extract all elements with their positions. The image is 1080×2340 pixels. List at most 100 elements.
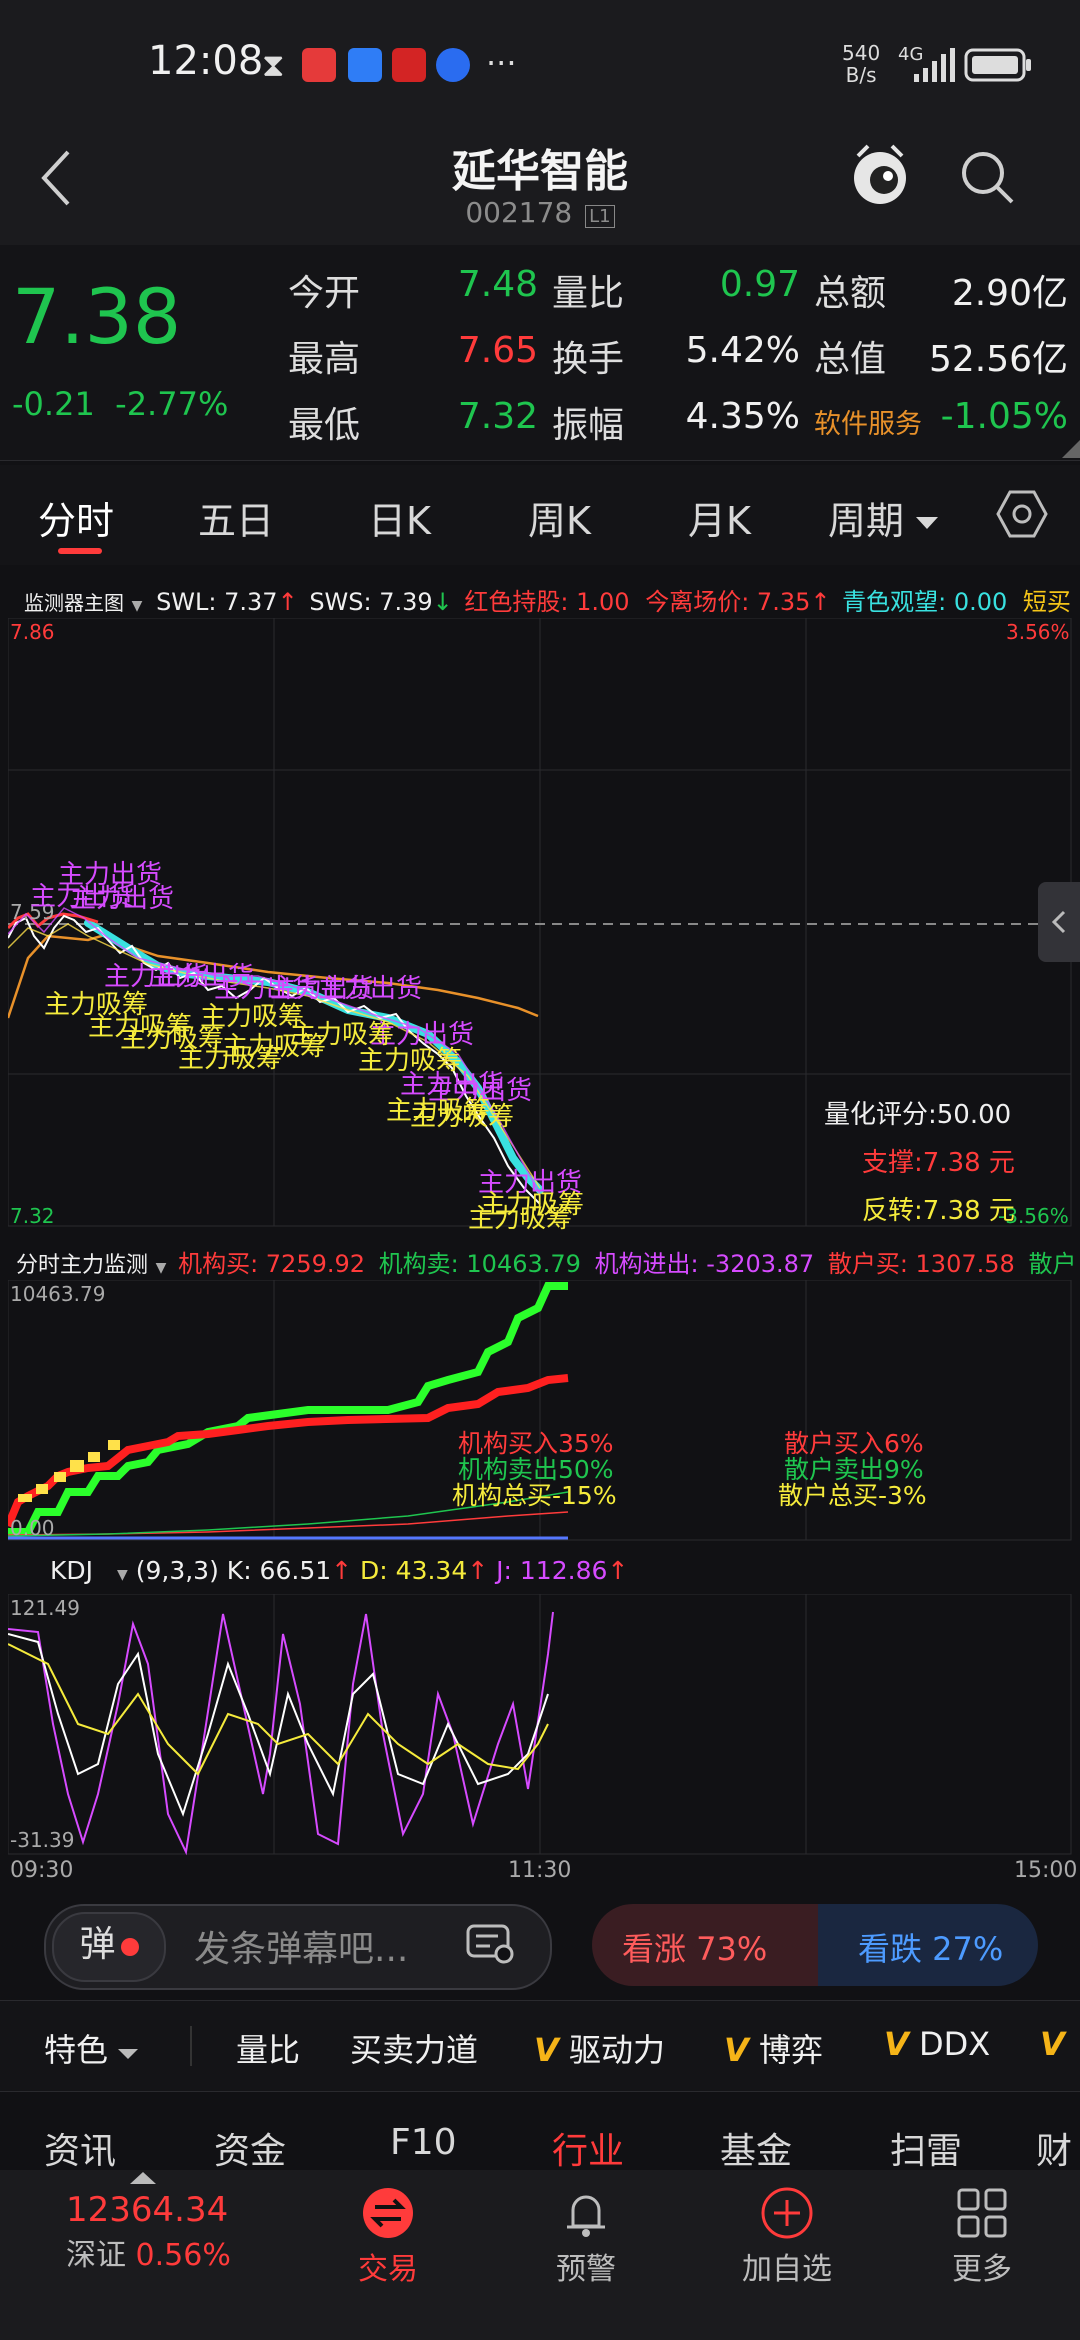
trade-button[interactable]: 交易	[318, 2186, 458, 2316]
index-change: 0.56%	[135, 2238, 231, 2273]
retail-total-percent: 散户总买-3%	[778, 1481, 927, 1510]
high-label: 最高	[288, 339, 361, 380]
price-change: -0.21 -2.77%	[12, 385, 228, 423]
info-tab-f10[interactable]: F10	[390, 2122, 457, 2163]
feature-buy-sell-force[interactable]: 买卖力道	[350, 2025, 478, 2071]
change-percent: -2.77%	[115, 385, 229, 423]
bulb-app-icon	[436, 48, 470, 82]
tab-weekly-k[interactable]: 周K	[528, 490, 591, 545]
more-notifications-icon: ···	[486, 44, 517, 82]
inst-net-value: 机构进出: -3203.87	[594, 1250, 815, 1278]
signal-buy: 主力吸筹	[410, 1102, 515, 1132]
tab-intraday[interactable]: 分时	[38, 490, 114, 545]
info-tab-risk-scan[interactable]: 扫雷	[890, 2122, 962, 2174]
inst-buy-value: 机构买: 7259.92	[178, 1250, 366, 1278]
hourglass-icon: ⧗	[262, 46, 285, 84]
settings-hexagon-icon[interactable]	[996, 488, 1048, 540]
feature-game[interactable]: V 博弈	[724, 2025, 823, 2071]
sws-down-arrow-icon: ↓	[432, 588, 453, 616]
inst-total-percent: 机构总买-15%	[452, 1481, 617, 1510]
flow-axis-top: 10463.79	[10, 1282, 106, 1306]
info-tab-finance[interactable]: 财	[1036, 2122, 1072, 2174]
kdj-caret-icon: ▼	[116, 1567, 128, 1583]
leave-price: 今离场价: 7.35	[645, 588, 811, 616]
alert-label: 预警	[556, 2252, 616, 2287]
battery-icon	[964, 48, 1031, 82]
search-icon[interactable]	[958, 148, 1018, 208]
feature-ddx-label: DDX	[918, 2025, 991, 2063]
tab-period-label: 周期	[828, 499, 905, 543]
news-app-icon	[392, 48, 426, 82]
danmu-check-icon	[120, 1938, 139, 1956]
shield-app-icon	[348, 48, 382, 82]
signal-sell: 主力出货	[70, 884, 175, 914]
info-tab-fund[interactable]: 基金	[720, 2122, 792, 2174]
sector-label[interactable]: 软件服务	[814, 402, 922, 441]
kdj-name: KDJ	[50, 1556, 94, 1585]
flow-indicator-name: 分时主力监测	[16, 1253, 149, 1278]
low-label: 最低	[288, 405, 361, 446]
tab-daily-k[interactable]: 日K	[368, 490, 431, 545]
more-label: 更多	[952, 2252, 1012, 2287]
percent-axis-top: 3.56%	[1006, 620, 1070, 644]
market-cap-value: 52.56亿	[928, 339, 1068, 380]
amplitude-value: 4.35%	[685, 396, 800, 437]
more-button[interactable]: 更多	[912, 2186, 1052, 2316]
signal-sell: 主力出货	[318, 974, 423, 1004]
sector-change: -1.05%	[940, 396, 1068, 437]
crosshair-handle[interactable]	[1038, 882, 1080, 962]
trade-label: 交易	[358, 2252, 418, 2287]
main-indicator-legend[interactable]: 监测器主图 ▼ SWL: 7.37↑ SWS: 7.39↓ 红色持股: 1.00…	[24, 582, 1071, 617]
flow-indicator-legend[interactable]: 分时主力监测 ▼ 机构买: 7259.92 机构卖: 10463.79 机构进出…	[16, 1244, 1076, 1279]
kdj-k-value: K: 66.51	[226, 1556, 332, 1585]
expand-up-icon[interactable]	[130, 2170, 156, 2186]
kdj-legend[interactable]: KDJ ▼ (9,3,3) K: 66.51↑ D: 43.34↑ J: 112…	[50, 1556, 628, 1585]
kdj-d-up-arrow-icon: ↑	[467, 1556, 489, 1585]
danmu-settings-icon[interactable]	[466, 1922, 516, 1966]
arrow-left-icon	[1051, 910, 1066, 934]
info-tab-news[interactable]: 资讯	[44, 2122, 116, 2174]
danmu-toggle[interactable]: 弹	[52, 1912, 166, 1982]
price-axis-bottom: 7.32	[10, 1204, 55, 1228]
kdj-j-up-arrow-icon: ↑	[607, 1556, 629, 1585]
stock-code-value: 002178	[465, 196, 573, 229]
feature-menu[interactable]: 特色	[44, 2025, 139, 2071]
mascot-icon[interactable]	[848, 140, 912, 210]
sws-value: SWS: 7.39	[309, 588, 433, 616]
info-tab-industry[interactable]: 行业	[552, 2122, 624, 2174]
feature-menu-label: 特色	[44, 2031, 109, 2069]
alert-button[interactable]: 预警	[516, 2186, 656, 2316]
turnover-rate-label: 换手	[552, 339, 625, 380]
feature-ddx[interactable]: V DDX	[884, 2025, 990, 2063]
tab-active-indicator	[58, 548, 102, 554]
hold-value: 红色持股: 1.00	[464, 588, 630, 616]
retail-more-label: 散户	[1028, 1250, 1077, 1278]
quant-score: 量化评分:50.00	[824, 1100, 1012, 1130]
tab-monthly-k[interactable]: 月K	[688, 490, 751, 545]
open-value: 7.48	[457, 264, 538, 305]
info-tab-capital[interactable]: 资金	[214, 2122, 286, 2174]
index-ticker[interactable]: 12364.34 深证 0.56%	[66, 2190, 256, 2274]
feature-volume-ratio[interactable]: 量比	[236, 2025, 300, 2071]
danmu-input[interactable]: 发条弹幕吧...	[194, 1920, 408, 1972]
tab-five-day[interactable]: 五日	[198, 490, 274, 545]
net-speed-unit: B/s	[845, 63, 877, 87]
high-value: 7.65	[457, 330, 538, 371]
trade-icon	[363, 2188, 413, 2238]
signal-buy: 主力吸筹	[358, 1046, 463, 1076]
kdj-chart	[8, 1594, 1072, 1856]
vip-icon: V	[1040, 2025, 1065, 2063]
signal-buy: 主力吸筹	[468, 1204, 573, 1234]
add-watchlist-button[interactable]: 加自选	[712, 2186, 862, 2316]
index-name: 深证	[66, 2238, 126, 2273]
price-axis-top: 7.86	[10, 620, 55, 644]
retail-buy-value: 散户买: 1307.58	[827, 1250, 1015, 1278]
tab-period[interactable]: 周期	[828, 490, 939, 545]
watch-value: 青色观望: 0.00	[842, 588, 1008, 616]
expand-corner-icon[interactable]	[1062, 440, 1080, 458]
net-speed-value: 540	[842, 41, 881, 65]
main-indicator-caret-icon: ▼	[131, 598, 143, 614]
feature-driving-force[interactable]: V 驱动力	[534, 2025, 665, 2071]
inst-sell-value: 机构卖: 10463.79	[378, 1250, 581, 1278]
last-price: 7.38	[12, 272, 182, 361]
